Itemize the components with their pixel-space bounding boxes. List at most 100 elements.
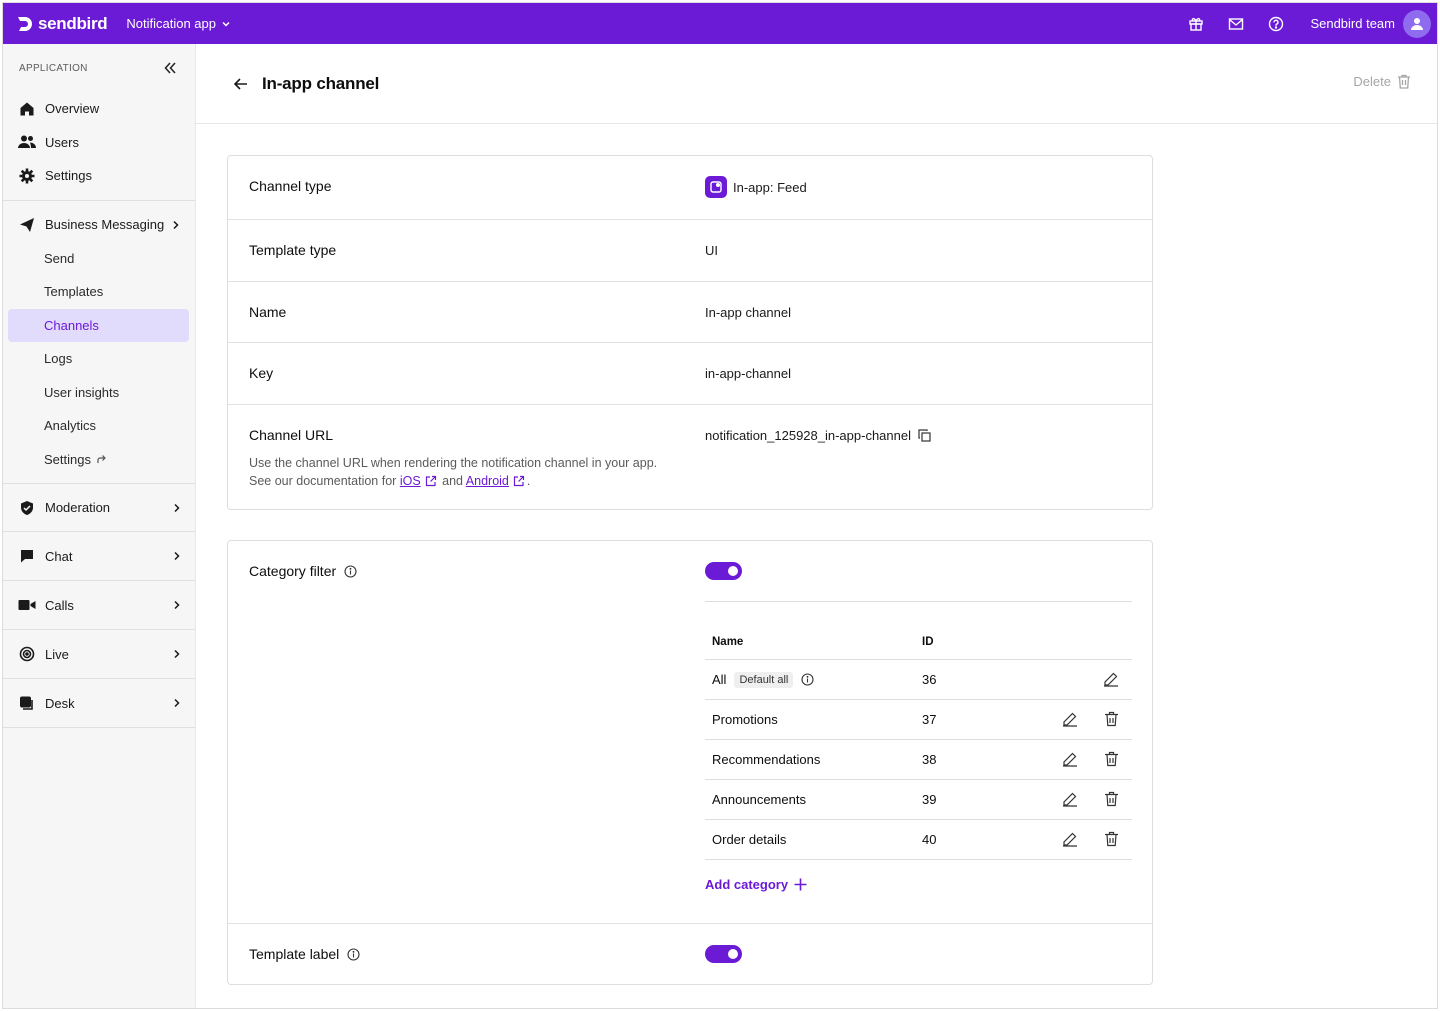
edit-button[interactable]: [1103, 671, 1119, 690]
home-icon: [20, 102, 34, 116]
gift-icon: [1189, 17, 1204, 31]
sidebar-item-moderation[interactable]: Moderation: [3, 484, 195, 532]
edit-button[interactable]: [1062, 791, 1078, 810]
page-header: In-app channel Delete: [196, 44, 1437, 124]
sidebar-item-settings[interactable]: Settings: [3, 159, 195, 193]
column-header-name: Name: [712, 636, 744, 648]
and-text: and: [442, 474, 463, 488]
sidebar: APPLICATION Overview Users Settings Busi…: [3, 44, 196, 1008]
template-type-label: Template type: [249, 242, 337, 258]
sidebar-subitem-user-insights[interactable]: User insights: [3, 376, 195, 410]
sidebar-item-chat[interactable]: Chat: [3, 532, 195, 581]
back-button[interactable]: [230, 73, 252, 95]
delete-row-button[interactable]: [1104, 791, 1119, 810]
double-chevron-left-icon: [164, 62, 176, 74]
table-row: All Default all 36: [705, 660, 1132, 700]
category-card: Category filter Name ID All Default all: [227, 540, 1153, 985]
template-type-row: Template type UI: [228, 220, 1152, 282]
sidebar-item-users[interactable]: Users: [3, 126, 195, 160]
top-bar: sendbird Notification app Sendbird team: [3, 3, 1437, 44]
sidebar-item-label: Chat: [45, 548, 73, 564]
sidebar-item-label: Live: [45, 646, 69, 662]
send-icon: [20, 217, 34, 232]
template-label-toggle[interactable]: [705, 945, 742, 963]
help-button[interactable]: [1256, 3, 1296, 44]
edit-button[interactable]: [1062, 711, 1078, 730]
sidebar-section-label: APPLICATION: [19, 62, 88, 74]
sidebar-item-business-messaging[interactable]: Business Messaging: [3, 208, 195, 242]
sidebar-item-label: Business Messaging: [45, 217, 165, 232]
user-avatar[interactable]: [1403, 9, 1431, 38]
sidebar-item-live[interactable]: Live: [3, 630, 195, 679]
app-frame: sendbird Notification app Sendbird team …: [2, 2, 1438, 1009]
info-icon[interactable]: [801, 673, 814, 686]
category-table-header: Name ID: [705, 602, 1132, 660]
channel-type-value: In-app: Feed: [705, 176, 807, 198]
key-value: in-app-channel: [705, 366, 792, 381]
category-table: Name ID All Default all 36 Promotions 37…: [705, 601, 1132, 860]
video-icon: [18, 600, 36, 610]
trash-icon: [1398, 74, 1410, 89]
sidebar-item-overview[interactable]: Overview: [3, 92, 195, 126]
category-name: Order details: [712, 832, 787, 847]
sidebar-item-calls[interactable]: Calls: [3, 581, 195, 630]
mail-button[interactable]: [1216, 3, 1256, 44]
team-name[interactable]: Sendbird team: [1310, 16, 1395, 31]
redirect-arrow-icon: [97, 455, 106, 464]
sidebar-item-label: Calls: [45, 597, 74, 613]
info-icon[interactable]: [347, 947, 360, 961]
external-link-icon: [513, 475, 524, 487]
sidebar-divider: [3, 199, 195, 201]
ios-doc-link[interactable]: iOS: [400, 474, 421, 488]
sidebar-subitem-channels[interactable]: Channels: [8, 308, 189, 342]
trash-icon: [1105, 831, 1118, 847]
sendbird-logo[interactable]: sendbird: [16, 14, 108, 34]
category-id: 37: [922, 712, 937, 727]
column-header-id: ID: [922, 636, 934, 648]
channel-url-label: Channel URL: [249, 427, 334, 443]
table-row: Announcements 39: [705, 780, 1132, 820]
delete-row-button[interactable]: [1104, 711, 1119, 730]
gift-button[interactable]: [1176, 3, 1216, 44]
info-icon[interactable]: [344, 564, 357, 578]
android-doc-link[interactable]: Android: [466, 474, 509, 488]
gear-icon: [19, 168, 35, 184]
sidebar-subitem-label: Settings: [44, 451, 91, 467]
pencil-icon: [1063, 792, 1077, 807]
user-icon: [1411, 17, 1423, 30]
sidebar-subitem-settings[interactable]: Settings: [3, 443, 195, 477]
app-switcher[interactable]: Notification app: [126, 16, 231, 31]
pencil-icon: [1063, 712, 1077, 727]
trash-icon: [1105, 711, 1118, 727]
name-label: Name: [249, 304, 287, 320]
template-label-row: Template label: [228, 924, 1152, 984]
desk-icon: [20, 696, 33, 710]
sidebar-subitem-templates[interactable]: Templates: [3, 275, 195, 309]
channel-type-label: Channel type: [249, 178, 332, 194]
channel-type-row: Channel type In-app: Feed: [228, 156, 1152, 220]
sidebar-subitem-analytics[interactable]: Analytics: [3, 409, 195, 443]
add-category-button[interactable]: Add category: [705, 877, 807, 892]
delete-row-button[interactable]: [1104, 831, 1119, 850]
chevron-right-icon: [174, 503, 180, 512]
edit-button[interactable]: [1062, 831, 1078, 850]
plus-icon: [794, 878, 807, 891]
pencil-icon: [1063, 752, 1077, 767]
sidebar-subitem-logs[interactable]: Logs: [3, 342, 195, 376]
delete-button[interactable]: Delete: [1353, 74, 1411, 89]
collapse-sidebar-button[interactable]: [160, 58, 180, 78]
mail-icon: [1229, 17, 1244, 30]
category-id: 38: [922, 752, 937, 767]
copy-button[interactable]: [918, 429, 931, 442]
category-name: Promotions: [712, 712, 778, 727]
edit-button[interactable]: [1062, 751, 1078, 770]
delete-row-button[interactable]: [1104, 751, 1119, 770]
sidebar-item-desk[interactable]: Desk: [3, 679, 195, 728]
channel-details-card: Channel type In-app: Feed Template type …: [227, 155, 1153, 510]
category-name: Announcements: [712, 792, 806, 807]
sidebar-subitem-send[interactable]: Send: [3, 242, 195, 276]
category-id: 39: [922, 792, 937, 807]
category-filter-toggle[interactable]: [705, 562, 742, 580]
name-value: In-app channel: [705, 305, 792, 320]
feed-icon: [705, 176, 727, 198]
